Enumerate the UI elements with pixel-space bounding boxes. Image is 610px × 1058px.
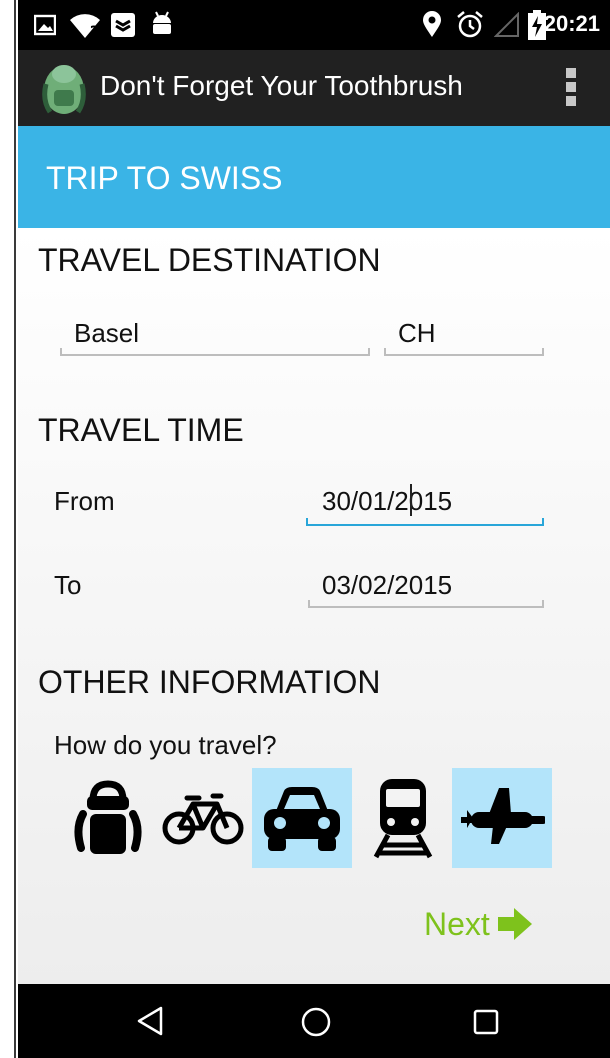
home-icon[interactable] [300,1006,332,1038]
airplane-icon [461,788,545,844]
next-button[interactable]: Next [424,900,534,948]
country-input[interactable]: CH [384,308,544,358]
image-icon [34,14,56,36]
android-icon [153,11,171,34]
app-notification-icon [111,13,135,37]
bicycle-icon [162,793,244,845]
overflow-menu-icon[interactable] [566,68,576,108]
recents-icon[interactable] [472,1008,500,1036]
from-date-input[interactable]: 30/01/2015 [306,478,546,528]
travel-time-title: TRAVEL TIME [38,412,244,448]
left-edge-line [14,0,16,1058]
trip-form: TRAVEL DESTINATION Basel CH TRAVEL TIME … [18,228,610,984]
wifi-unknown-icon: ? [70,14,100,40]
city-value: Basel [74,318,140,348]
status-bar: ? 20:21 [18,0,610,50]
transport-option-airplane[interactable] [452,768,552,868]
to-label: To [54,570,82,600]
other-information-title: OTHER INFORMATION [38,664,381,700]
travel-question: How do you travel? [54,730,277,760]
backpack-icon [74,780,142,854]
transport-option-train[interactable] [358,768,448,868]
trip-title: TRIP TO SWISS [46,160,283,196]
app-bar: Don't Forget Your Toothbrush [18,50,610,126]
alarm-icon [457,11,483,38]
transport-option-car[interactable] [252,768,352,868]
car-icon [264,787,340,851]
country-value: CH [398,318,436,348]
to-date-value: 03/02/2015 [322,570,453,600]
phone-screen: ? 20:21 Don't Forget Your Toothbrush TRI… [18,0,610,1058]
travel-destination-title: TRAVEL DESTINATION [38,242,381,278]
transport-option-backpack[interactable] [58,768,158,868]
city-input[interactable]: Basel [58,308,370,358]
train-icon [373,779,433,859]
transport-option-bicycle[interactable] [158,768,248,868]
arrow-right-icon [497,908,532,940]
signal-icon [494,12,519,37]
backpack-logo-icon [42,65,86,114]
app-title: Don't Forget Your Toothbrush [100,70,463,101]
trip-header: TRIP TO SWISS [18,126,610,228]
from-date-value: 30/01/2015 [322,486,453,516]
back-icon[interactable] [136,1006,164,1036]
text-caret [410,484,412,516]
from-label: From [54,486,115,516]
location-icon [423,11,441,37]
nav-bar [18,984,610,1058]
to-date-input[interactable]: 03/02/2015 [306,562,546,612]
next-label: Next [424,905,490,942]
status-time: 20:21 [543,11,600,36]
svg-text:?: ? [90,24,98,40]
